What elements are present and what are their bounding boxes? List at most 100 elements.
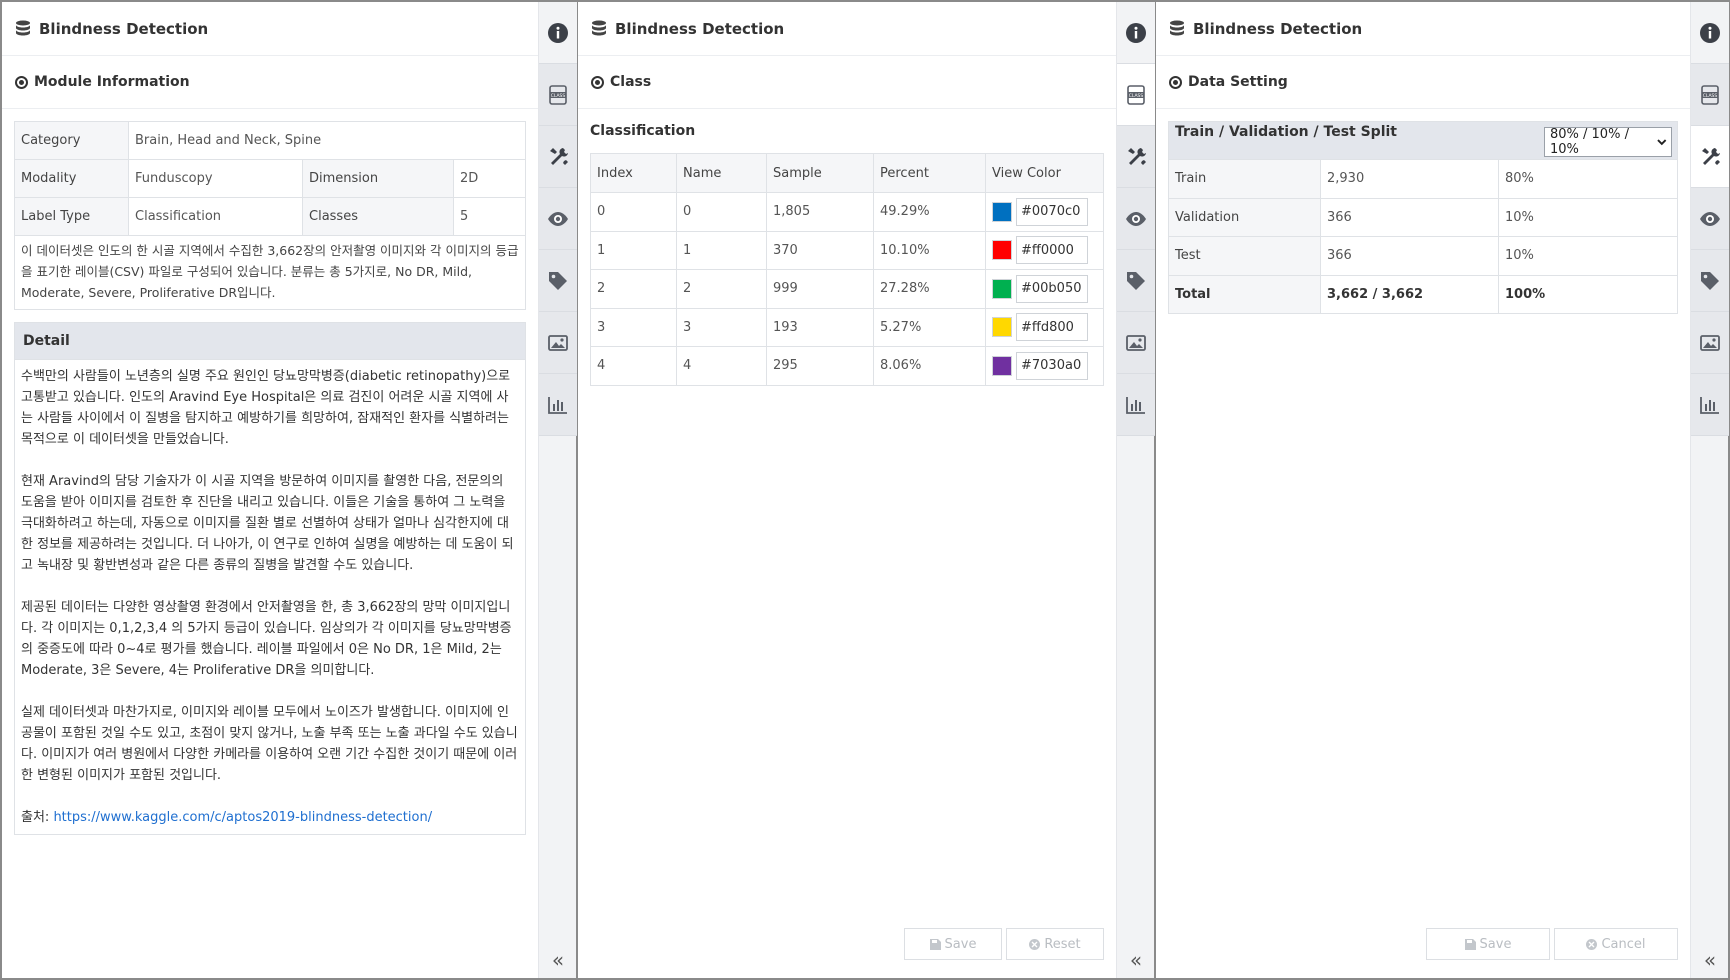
collapse-button[interactable]: «: [539, 946, 577, 974]
source-link[interactable]: https://www.kaggle.com/c/aptos2019-blind…: [53, 810, 432, 825]
svg-text:CLASS: CLASS: [551, 92, 566, 98]
split-percent: 10%: [1498, 197, 1678, 237]
rail-image-button[interactable]: [1691, 312, 1729, 374]
class-table-wrap: Index Name Sample Percent View Color 0 0…: [578, 153, 1116, 386]
rail-label-button[interactable]: [1117, 250, 1155, 312]
collapse-button[interactable]: «: [1691, 946, 1729, 974]
class-icon: CLASS: [1127, 84, 1145, 105]
cancel-button[interactable]: Cancel: [1554, 928, 1678, 960]
rail-image-button[interactable]: [539, 312, 577, 374]
rail-info-button[interactable]: [1691, 2, 1729, 64]
rail-class-button[interactable]: CLASS: [1691, 64, 1729, 126]
info-icon: [1700, 22, 1720, 43]
color-swatch[interactable]: [992, 355, 1012, 376]
rail-info-button[interactable]: [539, 2, 577, 64]
save-label: Save: [1479, 936, 1512, 952]
cell-color: #00b050: [985, 269, 1104, 309]
module-info-table: Category Brain, Head and Neck, Spine Mod…: [14, 121, 526, 236]
save-icon: [929, 938, 941, 950]
split-header-row: Train / Validation / Test Split 80% / 10…: [1168, 121, 1678, 160]
double-chevron-left-icon: «: [1129, 948, 1143, 972]
cell-name: 2: [676, 269, 767, 309]
cell-percent: 5.27%: [873, 307, 986, 347]
database-icon: [16, 20, 30, 35]
class-icon: CLASS: [549, 84, 567, 105]
section-bullet-icon: [15, 75, 28, 89]
rail-tools-button[interactable]: [1691, 126, 1729, 188]
panel-main: Blindness Detection Class Classification…: [578, 2, 1116, 978]
color-swatch[interactable]: [992, 278, 1012, 299]
modality-value: Funduscopy: [128, 159, 303, 198]
rail-info-button[interactable]: [1117, 2, 1155, 64]
cell-index: 2: [590, 269, 677, 309]
rail-tools-button[interactable]: [539, 126, 577, 188]
total-count: 3,662 / 3,662: [1320, 274, 1499, 314]
rail-class-button[interactable]: CLASS: [1117, 64, 1155, 126]
color-hex-input[interactable]: #ff0000: [1016, 236, 1088, 265]
reset-icon: [1029, 938, 1041, 950]
app-title: Blindness Detection: [39, 19, 209, 38]
save-button[interactable]: Save: [1426, 928, 1550, 960]
category-value: Brain, Head and Neck, Spine: [128, 121, 526, 160]
color-swatch[interactable]: [992, 317, 1012, 338]
chart-icon: [1126, 396, 1145, 414]
color-hex-input[interactable]: #7030a0: [1016, 351, 1088, 380]
split-table: Train / Validation / Test Split 80% / 10…: [1168, 121, 1678, 314]
color-hex-input[interactable]: #ffd800: [1016, 313, 1088, 342]
color-hex-input[interactable]: #0070c0: [1016, 197, 1088, 226]
total-row: Total 3,662 / 3,662 100%: [1168, 274, 1678, 314]
panel-class: Blindness Detection Class Classification…: [578, 2, 1156, 978]
cell-index: 0: [590, 192, 677, 232]
reset-button[interactable]: Reset: [1006, 928, 1104, 960]
table-row: Test 366 10%: [1168, 236, 1678, 276]
cell-sample: 193: [766, 307, 874, 347]
collapse-button[interactable]: «: [1117, 946, 1155, 974]
cell-color: #7030a0: [985, 346, 1104, 386]
tools-icon: [1702, 147, 1720, 165]
cancel-label: Cancel: [1601, 936, 1646, 952]
rail-view-button[interactable]: [1691, 188, 1729, 250]
cell-color: #0070c0: [985, 192, 1104, 232]
save-label: Save: [944, 936, 977, 952]
section-title: Class: [610, 74, 652, 90]
app-title: Blindness Detection: [1193, 19, 1363, 38]
rail-chart-button[interactable]: [1117, 374, 1155, 436]
section-header: Data Setting: [1156, 56, 1690, 109]
section-title: Module Information: [34, 74, 190, 90]
rail-chart-button[interactable]: [1691, 374, 1729, 436]
tools-icon: [1128, 147, 1146, 165]
detail-paragraph: 제공된 데이터는 다양한 영상촬영 환경에서 안저촬영을 한, 총 3,662장…: [21, 600, 512, 678]
color-swatch[interactable]: [992, 201, 1012, 222]
save-button[interactable]: Save: [904, 928, 1002, 960]
rail-image-button[interactable]: [1117, 312, 1155, 374]
app-title: Blindness Detection: [615, 19, 785, 38]
rail-view-button[interactable]: [1117, 188, 1155, 250]
detail-body: 수백만의 사람들이 노년층의 실명 주요 원인인 당뇨망막병증(diabetic…: [14, 360, 526, 835]
table-row: 2 2 999 27.28% #00b050: [590, 269, 1104, 309]
source-label: 출처:: [21, 810, 54, 825]
rail-label-button[interactable]: [1691, 250, 1729, 312]
rail-view-button[interactable]: [539, 188, 577, 250]
table-row: 0 0 1,805 49.29% #0070c0: [590, 192, 1104, 232]
chart-icon: [548, 396, 567, 414]
cell-index: 3: [590, 307, 677, 347]
split-name: Validation: [1168, 197, 1321, 237]
table-row: Train 2,930 80%: [1168, 159, 1678, 199]
color-swatch[interactable]: [992, 240, 1012, 261]
table-row: 1 1 370 10.10% #ff0000: [590, 230, 1104, 270]
rail-label-button[interactable]: [539, 250, 577, 312]
rail-class-button[interactable]: CLASS: [539, 64, 577, 126]
chevron-down-icon: [1657, 139, 1667, 146]
color-hex-input[interactable]: #00b050: [1016, 274, 1088, 303]
section-header: Module Information: [2, 56, 538, 109]
col-view-color: View Color: [985, 153, 1104, 193]
table-row: 4 4 295 8.06% #7030a0: [590, 346, 1104, 386]
cell-color: #ffd800: [985, 307, 1104, 347]
cell-name: 3: [676, 307, 767, 347]
panel-title: Blindness Detection: [1156, 2, 1690, 56]
database-icon: [1170, 20, 1184, 35]
rail-tools-button[interactable]: [1117, 126, 1155, 188]
side-rail: CLASS «: [1116, 2, 1155, 978]
split-ratio-select[interactable]: 80% / 10% / 10%: [1544, 127, 1672, 157]
rail-chart-button[interactable]: [539, 374, 577, 436]
